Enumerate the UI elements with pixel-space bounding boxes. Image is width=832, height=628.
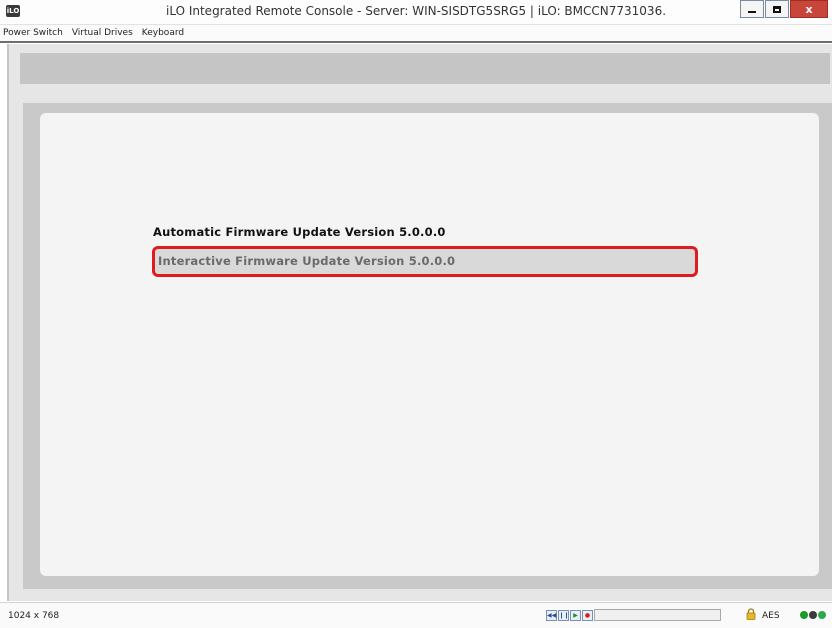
console-outer-panel: Automatic Firmware Update Version 5.0.0.… <box>23 103 832 589</box>
close-button[interactable]: x <box>790 0 828 18</box>
rewind-icon[interactable]: ◀◀ <box>546 610 557 621</box>
menu-virtual-drives[interactable]: Virtual Drives <box>68 28 138 38</box>
status-leds <box>800 611 827 619</box>
record-icon[interactable]: ● <box>582 610 593 621</box>
resolution-readout: 1024 x 768 <box>8 611 60 621</box>
boot-menu-panel: Automatic Firmware Update Version 5.0.0.… <box>40 113 819 576</box>
lock-icon <box>746 608 756 620</box>
window-title: iLO Integrated Remote Console - Server: … <box>165 4 667 18</box>
media-controls: ◀◀ ❙❙ ▶ ● <box>546 610 594 621</box>
maximize-icon <box>773 5 781 13</box>
play-icon[interactable]: ▶ <box>570 610 581 621</box>
window-controls: x <box>739 0 828 20</box>
console-header-bar <box>20 53 830 84</box>
status-led-icon <box>818 611 826 619</box>
minimize-icon <box>748 10 756 13</box>
interactive-firmware-update-option[interactable]: Interactive Firmware Update Version 5.0.… <box>152 246 698 277</box>
status-bar: 1024 x 768 ◀◀ ❙❙ ▶ ● AES <box>0 602 832 628</box>
status-led-icon <box>800 611 808 619</box>
automatic-firmware-update-option[interactable]: Automatic Firmware Update Version 5.0.0.… <box>153 225 446 239</box>
title-bar: iLO iLO Integrated Remote Console - Serv… <box>0 0 832 25</box>
maximize-button[interactable] <box>765 0 789 18</box>
playback-progress-bar[interactable] <box>594 609 721 621</box>
minimize-button[interactable] <box>740 0 764 18</box>
remote-console-screen[interactable]: Automatic Firmware Update Version 5.0.0.… <box>7 44 832 601</box>
menu-bar: Power Switch Virtual Drives Keyboard <box>0 25 832 43</box>
pause-icon[interactable]: ❙❙ <box>558 610 569 621</box>
close-icon: x <box>805 2 813 16</box>
encryption-label: AES <box>762 611 780 621</box>
menu-keyboard[interactable]: Keyboard <box>138 28 189 38</box>
menu-power-switch[interactable]: Power Switch <box>0 28 68 38</box>
status-led-icon <box>809 611 817 619</box>
